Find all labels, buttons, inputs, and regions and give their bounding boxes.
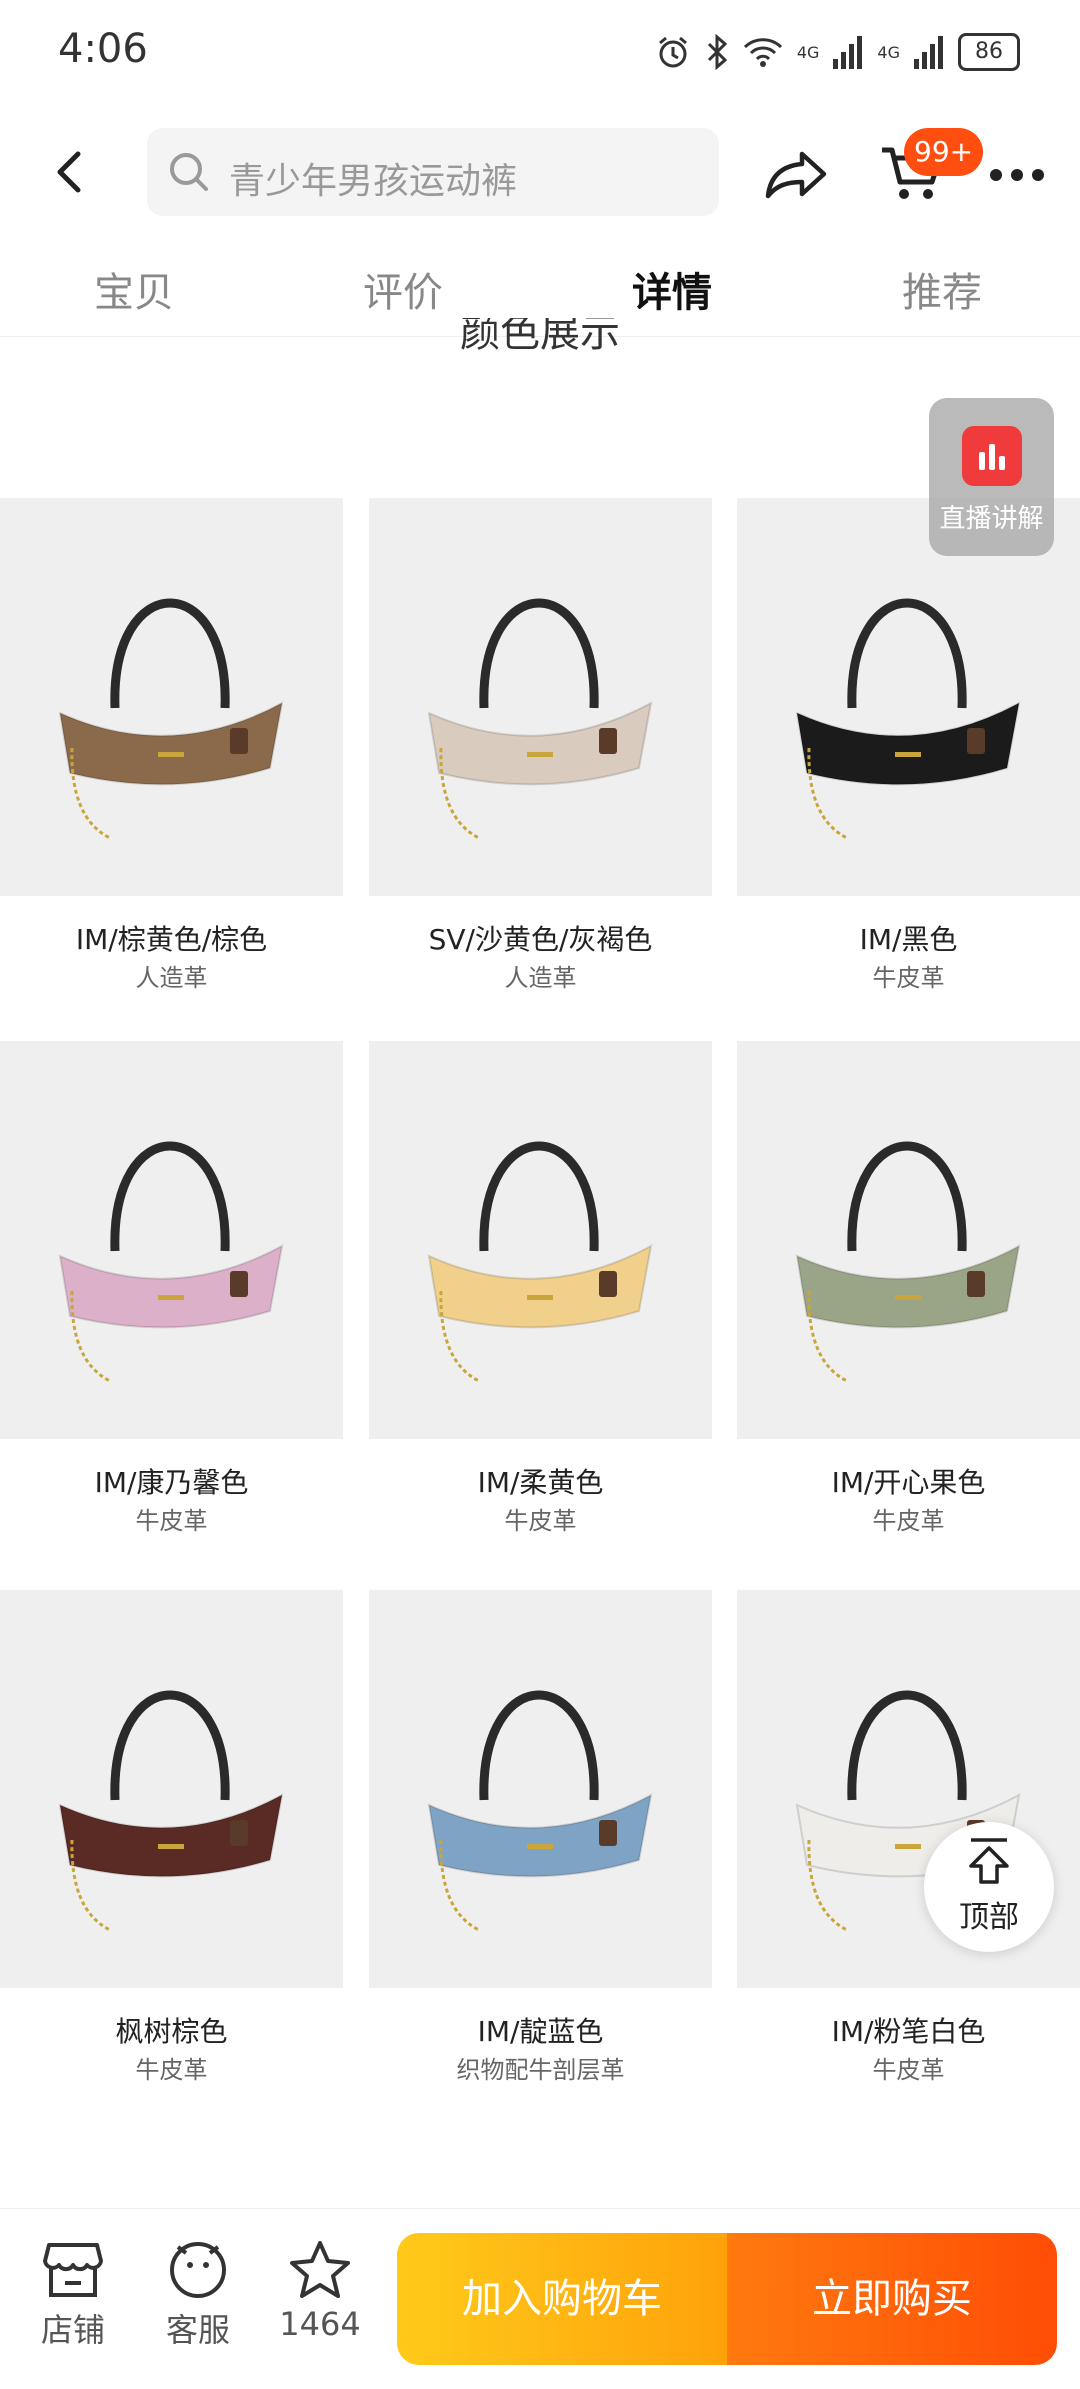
material-label: 牛皮革 [135, 1507, 208, 1535]
handbag-image [795, 1141, 1021, 1383]
color-name: IM/靛蓝色 [477, 2015, 604, 2048]
top-navigation-bar: 青少年男孩运动裤 99+ [0, 120, 1080, 230]
shop-button[interactable]: 店铺 [18, 2239, 128, 2351]
product-photo [0, 1590, 343, 1988]
bluetooth-icon [707, 34, 728, 70]
shop-label: 店铺 [40, 2311, 105, 2349]
search-bar[interactable]: 青少年男孩运动裤 [147, 128, 719, 216]
service-label: 客服 [165, 2311, 230, 2349]
product-photo [737, 1041, 1080, 1439]
add-to-cart-button[interactable]: 加入购物车 [397, 2233, 727, 2365]
section-title: 颜色展示 [0, 318, 1080, 362]
network-type-1: 4G [796, 42, 820, 62]
customer-service-icon [170, 2242, 226, 2298]
tab-details[interactable]: 详情 [572, 260, 772, 318]
bottom-action-bar: 店铺 客服 1464 加入购物车 立即购买 [0, 2208, 1080, 2389]
material-label: 牛皮革 [872, 2056, 945, 2084]
search-placeholder: 青少年男孩运动裤 [229, 161, 518, 202]
back-to-top-button[interactable]: 顶部 [924, 1822, 1054, 1952]
material-label: 牛皮革 [872, 1507, 945, 1535]
material-label: 牛皮革 [135, 2056, 208, 2084]
arrow-up-icon [969, 1838, 1009, 1884]
product-photo [369, 1590, 712, 1988]
alarm-icon [658, 36, 687, 68]
back-icon[interactable] [40, 142, 100, 202]
handbag-image [427, 1141, 653, 1383]
handbag-image [427, 598, 653, 840]
material-label: 牛皮革 [872, 964, 945, 992]
live-explain-button[interactable]: 直播讲解 [929, 398, 1054, 556]
section-title-text: 颜色展示 [460, 318, 620, 356]
material-label: 织物配牛剖层革 [456, 2056, 625, 2084]
wifi-icon [743, 38, 782, 67]
cart-count-badge: 99+ [904, 128, 984, 176]
color-name: IM/黑色 [859, 923, 958, 956]
color-name: IM/棕黄色/棕色 [75, 923, 268, 956]
buy-now-button[interactable]: 立即购买 [727, 2233, 1057, 2365]
status-bar: 4:06 4G 4G 86 [0, 0, 1080, 110]
handbag-image [58, 1690, 284, 1932]
handbag-image [795, 598, 1021, 840]
product-photo [737, 498, 1080, 896]
product-photo [0, 498, 343, 896]
favorite-button[interactable]: 1464 [265, 2239, 375, 2343]
product-photo [369, 498, 712, 896]
handbag-image [58, 598, 284, 840]
color-name: SV/沙黄色/灰褐色 [428, 923, 653, 956]
material-label: 人造革 [504, 964, 577, 992]
network-type-2: 4G [877, 42, 900, 62]
search-icon [170, 153, 208, 191]
live-explain-label: 直播讲解 [939, 504, 1044, 534]
share-icon[interactable] [762, 140, 832, 210]
shop-icon [43, 2243, 103, 2297]
color-name: IM/粉笔白色 [831, 2015, 986, 2048]
more-options-icon[interactable] [990, 150, 1050, 200]
handbag-image [427, 1690, 653, 1932]
status-time: 4:06 [58, 26, 148, 72]
star-icon [290, 2241, 350, 2298]
tab-baobei[interactable]: 宝贝 [34, 260, 234, 318]
favorite-count: 1464 [279, 2305, 361, 2343]
color-name: IM/柔黄色 [477, 1466, 604, 1499]
signal-icon [833, 36, 863, 69]
back-to-top-label: 顶部 [959, 1900, 1019, 1935]
tab-recommend[interactable]: 推荐 [842, 260, 1042, 318]
color-name: IM/康乃馨色 [94, 1466, 249, 1499]
color-name: 枫树棕色 [115, 2015, 228, 2048]
tab-reviews[interactable]: 评价 [303, 260, 503, 318]
material-label: 人造革 [135, 964, 208, 992]
material-label: 牛皮革 [504, 1507, 577, 1535]
color-name: IM/开心果色 [831, 1466, 986, 1499]
handbag-image [58, 1141, 284, 1383]
product-photo [0, 1041, 343, 1439]
customer-service-button[interactable]: 客服 [143, 2239, 253, 2351]
signal-icon-2 [914, 36, 943, 69]
battery-indicator: 86 [958, 33, 1020, 71]
product-photo [369, 1041, 712, 1439]
live-icon [961, 426, 1022, 486]
status-icons: 4G 4G 86 [655, 30, 1020, 74]
